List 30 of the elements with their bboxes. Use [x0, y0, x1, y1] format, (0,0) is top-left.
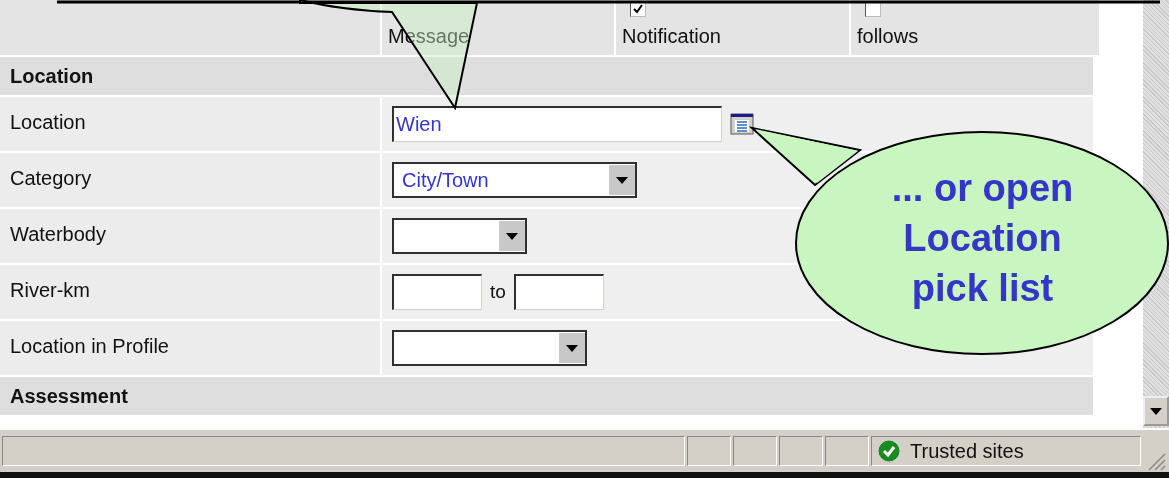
status-pane: [779, 436, 823, 466]
section-header: Assessment: [0, 377, 1093, 415]
field-label: Category: [10, 167, 92, 189]
security-zone-label: Trusted sites: [910, 439, 1024, 463]
checkmark-icon: [632, 3, 644, 15]
list-icon[interactable]: [730, 113, 754, 135]
field-label: Location in Profile: [10, 335, 169, 357]
input-field[interactable]: Wien: [392, 106, 722, 142]
dropdown[interactable]: City/Town: [392, 162, 637, 198]
status-pane: [733, 436, 777, 466]
scroll-down-button[interactable]: [1143, 396, 1169, 426]
check-icon: [878, 440, 900, 462]
caret-icon: [608, 165, 635, 195]
input-field[interactable]: [392, 274, 482, 310]
callout-text: ... or open Location pick list: [890, 166, 1075, 311]
section-header: Location: [0, 57, 1093, 95]
field-label: Location: [10, 111, 86, 133]
option-label: Notification: [622, 25, 722, 47]
status-pane: [687, 436, 731, 466]
option-label: follows: [857, 25, 920, 47]
status-pane: [825, 436, 869, 466]
caret-icon: [1150, 407, 1162, 415]
caret-icon: [498, 221, 525, 251]
dropdown[interactable]: [392, 330, 587, 366]
field-label: River-km: [10, 279, 90, 301]
field-label: Waterbody: [10, 223, 106, 245]
input-field[interactable]: [513, 274, 604, 310]
caret-icon: [558, 333, 585, 363]
dropdown[interactable]: [392, 218, 527, 254]
range-separator: to: [490, 281, 506, 303]
